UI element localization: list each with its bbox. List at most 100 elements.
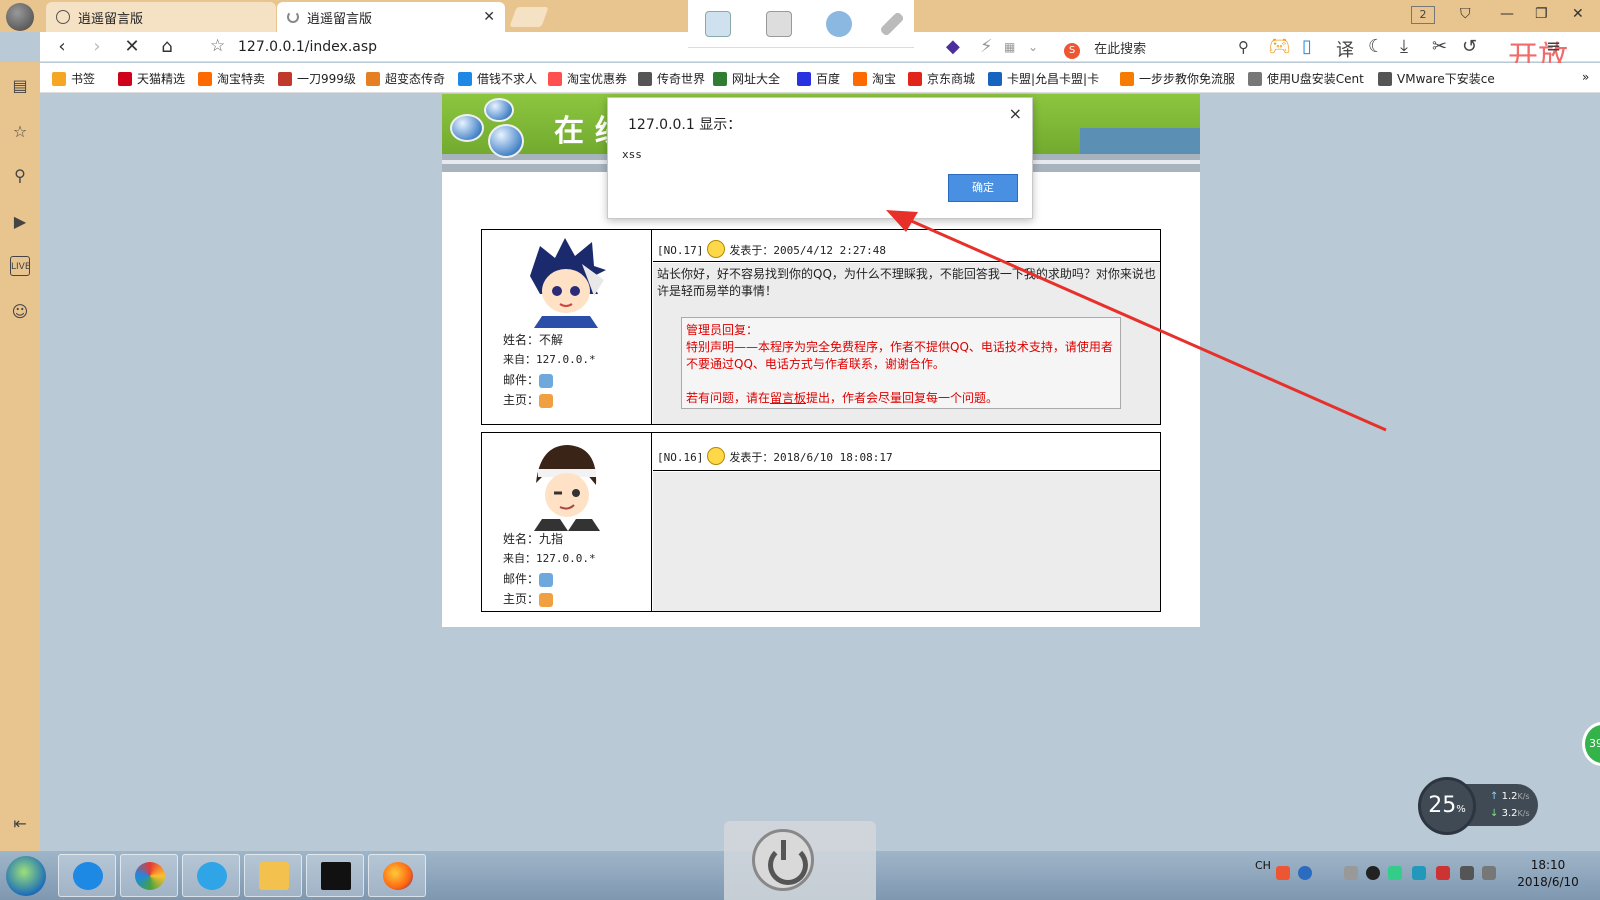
window-close-icon[interactable]: ✕	[1572, 6, 1584, 22]
sogou-tray-icon[interactable]	[1276, 866, 1290, 880]
taskbar-explorer[interactable]	[244, 854, 302, 897]
bookmark-star-icon[interactable]: ☆	[210, 36, 225, 56]
bookmark-item[interactable]: 淘宝	[853, 70, 896, 87]
taskbar-pinwheel-app[interactable]	[120, 854, 178, 897]
collapse-sidebar-icon[interactable]: ⇤	[10, 814, 30, 834]
email-icon[interactable]	[539, 373, 554, 388]
qq-tray-icon[interactable]	[1366, 866, 1380, 880]
network-speed-widget[interactable]: ↑ 1.2K/s ↓ 3.2K/s 25%	[1418, 774, 1538, 835]
bookmark-item[interactable]: 淘宝特卖	[198, 70, 265, 87]
video-icon[interactable]: ▶	[10, 212, 30, 232]
post-number: [NO.17]	[657, 244, 704, 257]
tab-1-label: 逍遥留言版	[78, 11, 144, 27]
minimize-icon[interactable]: —	[1500, 6, 1514, 22]
network-tray-icon[interactable]	[1460, 866, 1474, 880]
menu-icon[interactable]: ≡	[1546, 36, 1561, 57]
floating-green-badge[interactable]: 39	[1582, 722, 1600, 766]
bookmark-item[interactable]: 天猫精选	[118, 70, 185, 87]
power-icon[interactable]	[752, 829, 814, 891]
bookmark-item[interactable]: VMware下安装ce	[1378, 70, 1495, 87]
bookmark-item[interactable]: 传奇世界	[638, 70, 705, 87]
sogou-search-icon: S	[1064, 43, 1080, 59]
bookmarks-overflow-icon[interactable]: »	[1582, 70, 1589, 84]
translate-icon[interactable]: 译	[1336, 36, 1354, 62]
bookmark-item[interactable]: 一刀999级	[278, 70, 356, 87]
taskbar-clock[interactable]: 18:10 2018/6/10	[1508, 857, 1588, 891]
post-header: [NO.17] 发表于：2005/4/12 2:27:48	[653, 230, 1160, 262]
live-icon[interactable]: LIVE	[10, 256, 31, 276]
new-tab-button[interactable]	[509, 7, 549, 27]
flag-tray-icon[interactable]	[1436, 866, 1450, 880]
taskbar-browser[interactable]	[182, 854, 240, 897]
back-icon[interactable]: ‹	[50, 36, 74, 57]
tab-2-active[interactable]: 逍遥留言版 ✕	[277, 2, 505, 32]
bookmark-item[interactable]: 一步步教你免流服	[1120, 70, 1235, 87]
guestbook-link[interactable]: 留言板	[770, 391, 806, 405]
bookmark-item[interactable]: 借钱不求人	[458, 70, 537, 87]
scissors-icon[interactable]: ✂	[1432, 36, 1447, 57]
search-input[interactable]: S 在此搜索	[1064, 38, 1284, 59]
help-tray-icon[interactable]	[1298, 866, 1312, 880]
forward-icon[interactable]: ›	[85, 36, 109, 57]
qr-code-icon[interactable]: ▦	[1004, 40, 1015, 54]
dialog-close-button[interactable]: ×	[1009, 104, 1022, 123]
home-icon[interactable]: ⌂	[155, 36, 179, 57]
flash-icon[interactable]: ⚡	[980, 36, 993, 57]
bookmark-item[interactable]: 京东商城	[908, 70, 975, 87]
admin-reply-title: 管理员回复：	[686, 323, 759, 337]
network-icon[interactable]	[826, 10, 853, 37]
start-button[interactable]	[6, 856, 46, 896]
bookmark-item[interactable]: 超变态传奇	[366, 70, 445, 87]
bookmark-favicon-icon	[548, 71, 562, 86]
undo-icon[interactable]: ↺	[1462, 36, 1477, 57]
taskbar-cmd[interactable]	[306, 854, 364, 897]
dialog-ok-button[interactable]: 确定	[948, 174, 1018, 202]
tools-icon[interactable]	[879, 10, 905, 37]
teamviewer-icon	[73, 862, 103, 890]
reading-list-icon[interactable]: ▤	[10, 76, 30, 96]
post-author-panel: 姓名：九指 来自：127.0.0.* 邮件： 主页：	[482, 433, 652, 611]
bookmark-favicon-icon	[366, 71, 380, 86]
security-tray-icon[interactable]	[1388, 866, 1402, 880]
bookmark-item[interactable]: 网址大全	[713, 70, 780, 87]
game-icon[interactable]: 🎮︎	[1268, 36, 1291, 57]
download-icon[interactable]: ⤓	[1400, 36, 1408, 57]
extension-icon[interactable]: ◆	[946, 36, 960, 57]
search-icon[interactable]: ⚲	[1238, 38, 1249, 56]
bookmark-item[interactable]: 卡盟|允昌卡盟|卡	[988, 70, 1099, 87]
phone-icon[interactable]: ▯	[1302, 36, 1312, 57]
night-mode-icon[interactable]: ☾	[1368, 36, 1384, 57]
tab-1[interactable]: 逍遥留言版	[46, 2, 276, 32]
bookmark-item[interactable]: 书签	[52, 70, 95, 87]
upload-speed: 1.2	[1501, 791, 1518, 802]
homepage-icon[interactable]	[539, 592, 554, 607]
email-icon[interactable]	[539, 572, 554, 587]
chat-icon[interactable]: ☺	[10, 302, 30, 322]
sidebar-search-icon[interactable]: ⚲	[10, 166, 30, 186]
tab-count-badge[interactable]: 2	[1411, 6, 1435, 24]
bookmark-label: 借钱不求人	[477, 72, 538, 86]
shield-tray-icon[interactable]	[1412, 866, 1426, 880]
bookmark-item[interactable]: 淘宝优惠券	[548, 70, 627, 87]
taskbar-firefox[interactable]	[368, 854, 426, 897]
skin-icon[interactable]: ⛉	[1460, 6, 1471, 22]
favorites-star-icon[interactable]: ☆	[10, 122, 30, 142]
stop-icon[interactable]: ✕	[120, 36, 144, 57]
screenshot-icon[interactable]	[705, 10, 732, 37]
bookmark-item[interactable]: 百度	[797, 70, 840, 87]
display-tray-icon[interactable]	[1344, 866, 1358, 880]
url-field[interactable]: 127.0.0.1/index.asp	[238, 39, 377, 55]
chevron-down-icon[interactable]: ⌄	[1028, 40, 1038, 54]
admin-reply-box: 管理员回复： 特别声明——本程序为完全免费程序，作者不提供QQ、电话技术支持，请…	[681, 317, 1121, 409]
taskbar-teamviewer[interactable]	[58, 854, 116, 897]
homepage-icon[interactable]	[539, 393, 554, 408]
usb-drive-icon[interactable]	[765, 10, 792, 37]
user-avatar[interactable]	[6, 3, 34, 31]
globe-icon	[56, 10, 70, 24]
tab-close-icon[interactable]: ✕	[483, 9, 495, 25]
volume-tray-icon[interactable]	[1482, 866, 1496, 880]
restore-icon[interactable]: ❐	[1535, 6, 1548, 22]
bookmark-favicon-icon	[797, 71, 811, 86]
input-language[interactable]: CH	[1255, 859, 1271, 872]
bookmark-item[interactable]: 使用U盘安装Cent	[1248, 70, 1364, 87]
